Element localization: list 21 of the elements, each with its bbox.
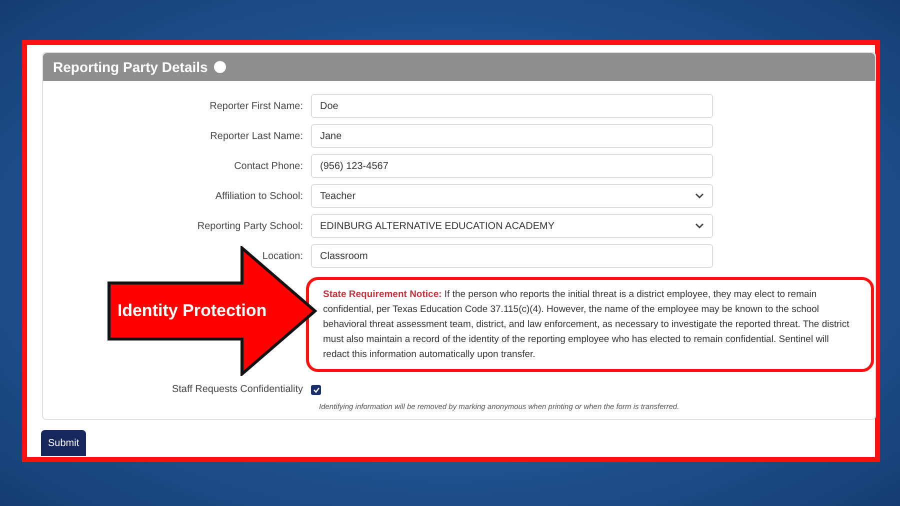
text-field[interactable]: Doe [311,94,713,118]
text-field[interactable]: Jane [311,124,713,148]
confidentiality-checkbox[interactable] [311,384,321,394]
text-field[interactable]: (956) 123-4567 [311,154,713,178]
field-label: Location: [261,250,304,264]
notice-text: State Requirement Notice: If the person who reports the initial threat is a district employee, they may elect to remain confidential, per Texas Education Code 37.115(c)(4). However, the name of the employee may be known to the school behavioral threat assessment team, district, and law enforcement, as necessary to investigate the reported threat. The district must also maintain a record of the identity of the reporting employee who has elected to remain confidential. Sentinel will redact this information automatically upon transfer. [323,288,850,362]
field-label: Affiliation to School: [214,190,304,204]
chevron-down-icon [695,193,704,199]
callout-label: Identity Protection [117,300,267,322]
panel-title: Reporting Party Details [53,58,208,77]
dropdown-field[interactable]: EDINBURG ALTERNATIVE EDUCATION ACADEMY [311,214,713,238]
field-label: Contact Phone: [233,160,304,174]
checkbox-label: Staff Requests Confidentiality [170,383,304,397]
field-label: Reporting Party School: [196,220,304,234]
dropdown-field[interactable]: Teacher [311,184,713,208]
chevron-down-icon [695,223,704,229]
submit-button[interactable]: Submit [41,430,86,456]
field-label: Reporter Last Name: [209,130,304,144]
field-label: Reporter First Name: [208,100,304,114]
help-icon[interactable] [214,61,226,73]
text-field[interactable]: Classroom [311,244,713,268]
